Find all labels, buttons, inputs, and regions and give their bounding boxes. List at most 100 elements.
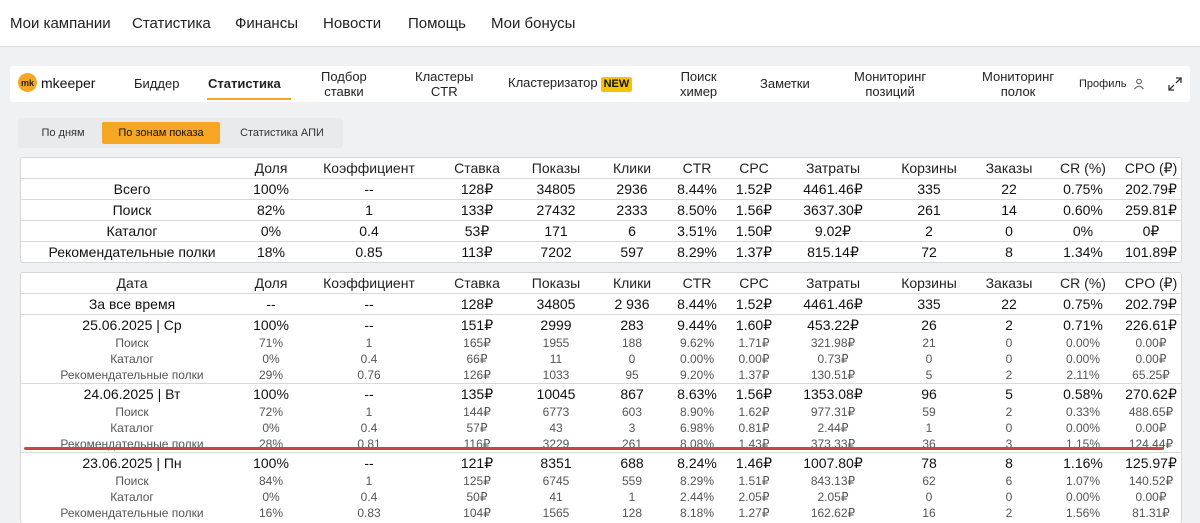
cell-bid: 151₽ — [460, 317, 494, 333]
highlight-underline — [24, 447, 1164, 450]
cell-coef: -- — [364, 296, 374, 312]
cell-bid: 50₽ — [466, 490, 488, 504]
cell-cr: 0.00% — [1065, 352, 1101, 366]
nav-statistics[interactable]: Статистика — [208, 76, 281, 91]
cell-cpc: 1.50₽ — [735, 223, 773, 239]
cell-ctr: 2.44% — [679, 490, 715, 504]
top-menu-help[interactable]: Помощь — [408, 15, 466, 32]
table-header-row: Доля Коэффициент Ставка Показы Клики CTR CPC За… — [21, 158, 1181, 178]
cell-orders: 2 — [1005, 368, 1013, 382]
cell-cr: CR (%) — [1060, 275, 1106, 291]
nav-bidder[interactable]: Биддер — [134, 76, 179, 91]
cell-cost: Затраты — [805, 160, 861, 176]
cell-clicks: Клики — [612, 160, 652, 176]
cell-cost: 321.98₽ — [810, 336, 856, 350]
profile-label: Профиль — [1079, 78, 1127, 90]
cell-cr: 1.56% — [1065, 506, 1101, 520]
cell-cr: 1.07% — [1065, 474, 1101, 488]
cell-orders: 0 — [1005, 421, 1013, 435]
cell-coef: 0.85 — [355, 244, 383, 260]
cell-label: 24.06.2025 | Вт — [83, 386, 181, 402]
nav-shelf-monitoring[interactable]: Мониторинг полок — [982, 69, 1054, 99]
cell-cpo: CPO (₽) — [1124, 160, 1178, 176]
tab-by-zones[interactable]: По зонам показа — [102, 122, 220, 144]
profile-button[interactable]: Профиль — [1079, 78, 1145, 90]
cell-cpo: 202.79₽ — [1125, 181, 1177, 197]
top-menu-statistics[interactable]: Статистика — [132, 15, 211, 32]
cell-share: 82% — [256, 202, 286, 218]
cell-coef: 0.76 — [357, 368, 381, 382]
logo-text: mkeeper — [41, 74, 96, 91]
cell-label: Поиск — [112, 202, 152, 218]
cell-bid: 133₽ — [460, 202, 494, 218]
nav-bid-pick-line1: Подбор — [321, 69, 367, 84]
cell-cr: 0.75% — [1063, 181, 1103, 197]
cell-share: 0% — [260, 223, 282, 239]
cell-views: 1033 — [542, 368, 570, 382]
cell-views: 7202 — [540, 244, 572, 260]
table-row-day: 25.06.2025 | Ср 100% -- 151₽ 2999 283 9.44% 1.6… — [21, 314, 1181, 335]
cell-cpo: 140.52₽ — [1128, 474, 1174, 488]
cell-label: Каталог — [110, 490, 154, 504]
nav-chemist-search[interactable]: Поиск химер — [680, 69, 717, 99]
table-row-zone: Каталог 0% 0.4 57₽ 43 3 6.98% 0.81₽ 2.44₽ 1 0 0.00%… — [21, 420, 1181, 436]
table-row-zone: Каталог 0% 0.4 50₽ 41 1 2.44% 2.05₽ 2.05₽ 0 0 0.00%… — [21, 489, 1181, 505]
logo[interactable]: mk mkeeper — [18, 73, 95, 92]
cell-cost: 2.44₽ — [817, 421, 849, 435]
cell-label: Поиск — [115, 336, 149, 350]
nav-bid-pick[interactable]: Подбор ставки — [321, 69, 367, 99]
cell-share: 29% — [258, 368, 284, 382]
top-menu-bonuses[interactable]: Мои бонусы — [491, 15, 575, 32]
nav-clusterizer[interactable]: Кластеризатор NEW — [508, 75, 633, 92]
cell-cost: 0.73₽ — [817, 352, 849, 366]
table-row-zone: Каталог 0% 0.4 66₽ 11 0 0.00% 0.00₽ 0.73₽ 0 0 0.00%… — [21, 351, 1181, 367]
cell-bid: 113₽ — [461, 244, 493, 260]
cell-clicks: 128 — [621, 506, 643, 520]
cell-orders: 2 — [1005, 405, 1013, 419]
table-row-day: 24.06.2025 | Вт 100% -- 135₽ 10045 867 8.63% 1.… — [21, 383, 1181, 404]
cell-cr: CR (%) — [1060, 160, 1106, 176]
cell-cpc: 1.46₽ — [735, 455, 773, 471]
nav-position-monitoring-line2: позиций — [865, 84, 915, 99]
cell-coef: Коэффициент — [323, 160, 415, 176]
cell-carts: 59 — [922, 405, 936, 419]
cell-carts: Корзины — [901, 160, 957, 176]
cell-orders: Заказы — [985, 275, 1033, 291]
top-menu-my-campaigns[interactable]: Мои кампании — [10, 15, 111, 32]
cell-cost: Затраты — [805, 275, 861, 291]
tab-api-stats[interactable]: Статистика АПИ — [224, 122, 340, 144]
cell-label: Каталог — [106, 223, 158, 239]
nav-notes[interactable]: Заметки — [760, 76, 810, 91]
cell-cpo: CPO (₽) — [1124, 275, 1178, 291]
cell-share: 71% — [258, 336, 284, 350]
nav-position-monitoring[interactable]: Мониторинг позиций — [854, 69, 926, 99]
cell-views: 1565 — [542, 506, 570, 520]
cell-carts: Корзины — [901, 275, 957, 291]
nav-clusterizer-label: Кластеризатор — [508, 75, 598, 90]
top-menu-news[interactable]: Новости — [323, 15, 381, 32]
view-tabs: По дням По зонам показа Статистика АПИ — [18, 118, 343, 148]
cell-cr: 1.16% — [1063, 455, 1103, 471]
cell-share: Доля — [254, 160, 288, 176]
cell-carts: 16 — [922, 506, 936, 520]
cell-clicks: 188 — [621, 336, 643, 350]
cell-cost: 4461.46₽ — [803, 296, 863, 312]
cell-label: Дата — [116, 275, 148, 291]
cell-views: 171 — [544, 223, 568, 239]
cell-share: 0% — [262, 421, 280, 435]
nav-ctr-clusters[interactable]: Кластеры CTR — [415, 69, 474, 99]
cell-cpc: 1.60₽ — [735, 317, 773, 333]
cell-bid: Ставка — [454, 160, 500, 176]
cell-carts: 1 — [925, 421, 933, 435]
tab-by-days[interactable]: По дням — [22, 122, 104, 144]
cell-ctr: 6.98% — [679, 421, 715, 435]
expand-icon[interactable] — [1167, 76, 1183, 92]
cell-cpo: 0.00₽ — [1135, 352, 1167, 366]
nav-ctr-clusters-line2: CTR — [430, 84, 458, 99]
logo-badge: mk — [18, 73, 37, 92]
cell-carts: 0 — [925, 352, 933, 366]
cell-label: За все время — [88, 296, 176, 312]
cell-clicks: 559 — [621, 474, 643, 488]
top-menu-finances[interactable]: Финансы — [235, 15, 298, 32]
cell-coef: 1 — [365, 336, 373, 350]
